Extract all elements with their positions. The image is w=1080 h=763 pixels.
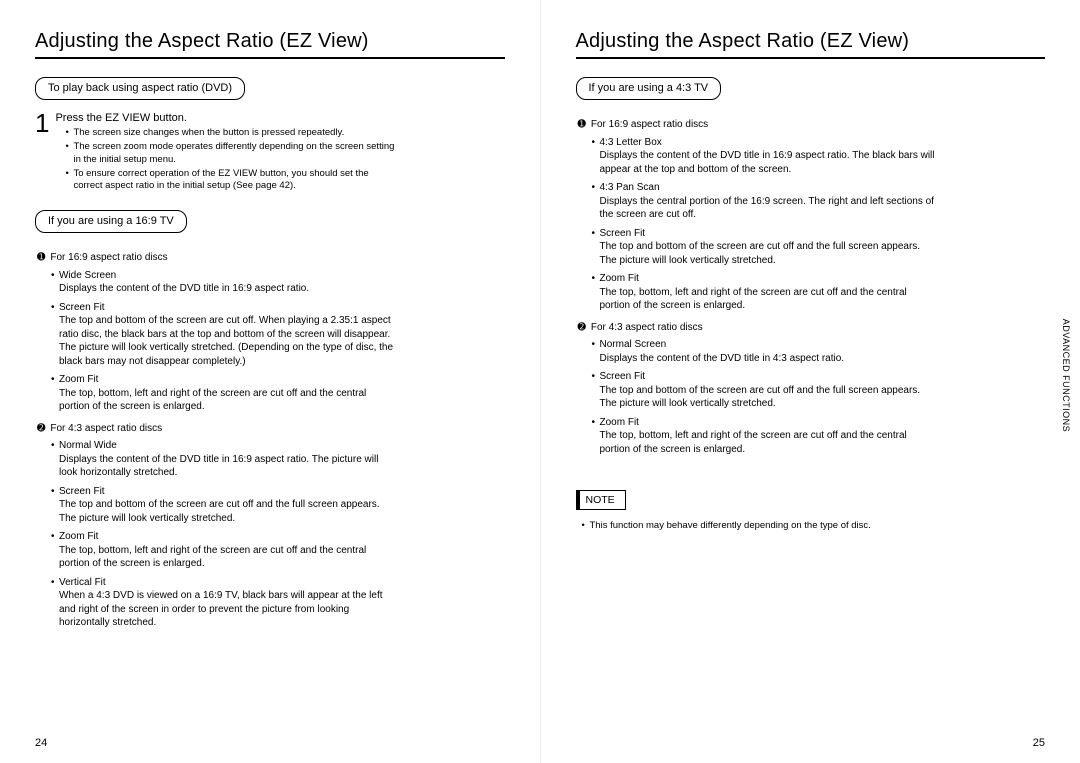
step-body: Press the EZ VIEW button. The screen siz… — [55, 110, 395, 194]
page-title-right: Adjusting the Aspect Ratio (EZ View) — [576, 30, 1046, 59]
group-label: For 16:9 aspect ratio discs — [50, 251, 167, 265]
group-label: For 16:9 aspect ratio discs — [591, 118, 708, 132]
page-24: Adjusting the Aspect Ratio (EZ View) To … — [0, 0, 541, 763]
page-title-left: Adjusting the Aspect Ratio (EZ View) — [35, 30, 505, 59]
list-item: Normal WideDisplays the content of the D… — [51, 439, 395, 480]
step-bullet: The screen size changes when the button … — [65, 127, 395, 140]
step-heading: Press the EZ VIEW button. — [55, 112, 395, 124]
left-group-1: ➊ For 16:9 aspect ratio discs Wide Scree… — [37, 251, 395, 630]
list-item: 4:3 Letter BoxDisplays the content of th… — [592, 136, 936, 177]
step-bullets: The screen size changes when the button … — [55, 127, 395, 193]
list-item: Zoom FitThe top, bottom, left and right … — [592, 416, 936, 457]
circled-one-icon: ➊ — [578, 118, 586, 131]
list-item: Zoom FitThe top, bottom, left and right … — [51, 530, 395, 571]
pill-4-3-tv: If you are using a 4:3 TV — [576, 77, 722, 100]
list-item: Wide ScreenDisplays the content of the D… — [51, 269, 395, 296]
step-1: 1 Press the EZ VIEW button. The screen s… — [35, 110, 395, 194]
right-group-1: ➊ For 16:9 aspect ratio discs 4:3 Letter… — [578, 118, 936, 456]
list-item: Screen FitThe top and bottom of the scre… — [592, 227, 936, 268]
page-number-right: 25 — [1033, 737, 1045, 749]
circled-two-icon: ➋ — [37, 422, 45, 435]
side-tab: ADVANCED FUNCTIONS — [1052, 320, 1080, 430]
list-item: Zoom FitThe top, bottom, left and right … — [51, 373, 395, 414]
list-item: Screen FitThe top and bottom of the scre… — [51, 301, 395, 369]
step-bullet: The screen zoom mode operates differentl… — [65, 141, 395, 167]
right-content: If you are using a 4:3 TV ➊ For 16:9 asp… — [576, 77, 936, 533]
list-item: Zoom FitThe top, bottom, left and right … — [592, 272, 936, 313]
group-label: For 4:3 aspect ratio discs — [591, 321, 703, 335]
note-item: This function may behave differently dep… — [582, 520, 936, 533]
circled-two-icon: ➋ — [578, 321, 586, 334]
group-label: For 4:3 aspect ratio discs — [50, 422, 162, 436]
list-item: Normal ScreenDisplays the content of the… — [592, 338, 936, 365]
page-25: Adjusting the Aspect Ratio (EZ View) If … — [541, 0, 1080, 763]
right-g1-items: 4:3 Letter BoxDisplays the content of th… — [592, 136, 936, 313]
list-item: Screen FitThe top and bottom of the scre… — [592, 370, 936, 411]
step-bullet: To ensure correct operation of the EZ VI… — [65, 168, 395, 194]
left-g2-items: Normal WideDisplays the content of the D… — [51, 439, 395, 630]
left-content: To play back using aspect ratio (DVD) 1 … — [35, 77, 395, 630]
page-number-left: 24 — [35, 737, 47, 749]
side-tab-text: ADVANCED FUNCTIONS — [1061, 318, 1072, 431]
page-spread: Adjusting the Aspect Ratio (EZ View) To … — [0, 0, 1080, 763]
list-item: 4:3 Pan ScanDisplays the central portion… — [592, 181, 936, 222]
left-g1-items: Wide ScreenDisplays the content of the D… — [51, 269, 395, 414]
list-item: Vertical FitWhen a 4:3 DVD is viewed on … — [51, 576, 395, 630]
right-g2-items: Normal ScreenDisplays the content of the… — [592, 338, 936, 456]
list-item: Screen FitThe top and bottom of the scre… — [51, 485, 395, 526]
step-number: 1 — [35, 110, 49, 136]
note-list: This function may behave differently dep… — [582, 520, 936, 533]
pill-playback-dvd: To play back using aspect ratio (DVD) — [35, 77, 245, 100]
note-label: NOTE — [576, 490, 626, 510]
pill-16-9-tv: If you are using a 16:9 TV — [35, 210, 187, 233]
circled-one-icon: ➊ — [37, 251, 45, 264]
